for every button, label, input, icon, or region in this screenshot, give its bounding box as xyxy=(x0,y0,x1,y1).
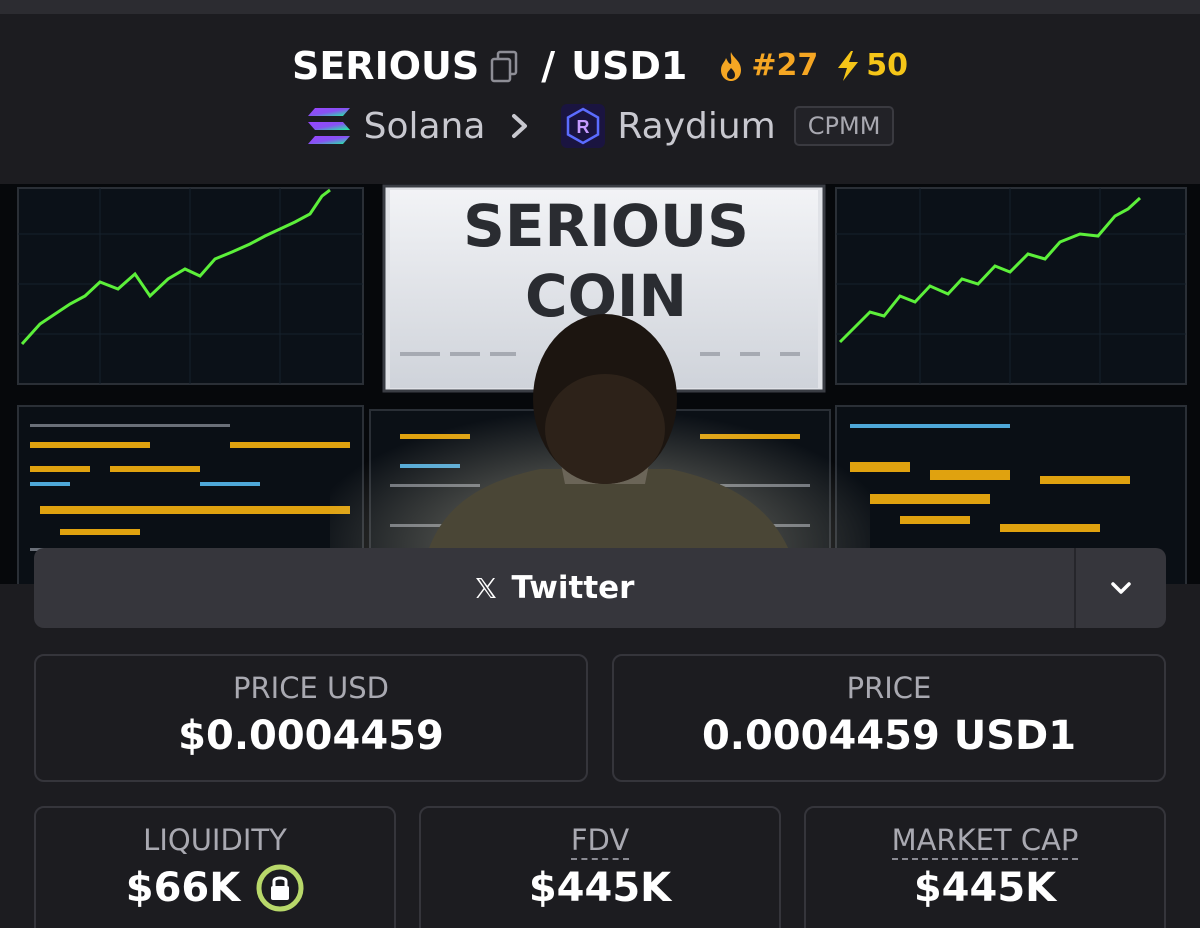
stat-price: PRICE 0.0004459 USD1 xyxy=(612,654,1166,782)
trending-badges[interactable]: #27 50 xyxy=(717,44,908,88)
chain-name[interactable]: Solana xyxy=(364,106,486,147)
stat-price-usd: PRICE USD $0.0004459 xyxy=(34,654,588,782)
pool-type-badge: CPMM xyxy=(793,106,895,146)
quote-token-symbol: USD1 xyxy=(571,44,688,88)
stat-fdv[interactable]: FDV $445K xyxy=(419,806,781,928)
chain-breadcrumb: Solana R Raydium CPMM xyxy=(0,104,1200,148)
twitter-label: Twitter xyxy=(511,570,635,606)
base-token-symbol: SERIOUS xyxy=(291,44,480,88)
banner-illustration: SERIOUS COIN xyxy=(0,184,1200,584)
dex-name[interactable]: Raydium xyxy=(617,106,775,147)
price-value: 0.0004459 USD1 xyxy=(701,713,1077,759)
price-usd-label: PRICE USD xyxy=(233,671,389,705)
boost-count: 50 xyxy=(866,48,908,83)
chevron-down-icon xyxy=(1111,582,1131,594)
token-banner-image: SERIOUS COIN xyxy=(0,184,1200,584)
trend-rank: #27 xyxy=(751,48,819,83)
fdv-value: $445K xyxy=(528,865,672,911)
market-cap-value: $445K xyxy=(913,865,1057,911)
stat-market-cap[interactable]: MARKET CAP $445K xyxy=(804,806,1166,928)
more-links-button[interactable] xyxy=(1074,548,1166,628)
chevron-right-icon xyxy=(512,114,528,138)
raydium-icon: R xyxy=(561,104,606,148)
price-label: PRICE xyxy=(846,671,932,705)
stat-liquidity: LIQUIDITY $66K xyxy=(34,806,396,928)
market-cap-label[interactable]: MARKET CAP xyxy=(891,823,1079,860)
pair-separator: / xyxy=(541,44,556,88)
x-logo-icon xyxy=(475,578,496,598)
liquidity-value: $66K xyxy=(125,865,241,911)
banner-headline-line1: SERIOUS xyxy=(463,192,749,260)
top-strip xyxy=(0,0,1200,14)
liquidity-label: LIQUIDITY xyxy=(143,823,287,857)
solana-icon xyxy=(307,108,350,144)
social-links-bar: Twitter xyxy=(34,548,1166,628)
pair-title: SERIOUS / USD1 #27 50 xyxy=(0,44,1200,88)
fire-icon xyxy=(717,50,745,82)
fdv-label[interactable]: FDV xyxy=(570,823,630,860)
lock-icon[interactable] xyxy=(256,864,304,912)
bolt-icon xyxy=(834,50,862,82)
svg-text:R: R xyxy=(577,117,590,137)
twitter-button[interactable]: Twitter xyxy=(34,548,1074,628)
price-usd-value: $0.0004459 xyxy=(178,713,444,759)
copy-icon[interactable] xyxy=(489,49,519,83)
pair-header: SERIOUS / USD1 #27 50 Solana R Raydium C… xyxy=(0,14,1200,184)
